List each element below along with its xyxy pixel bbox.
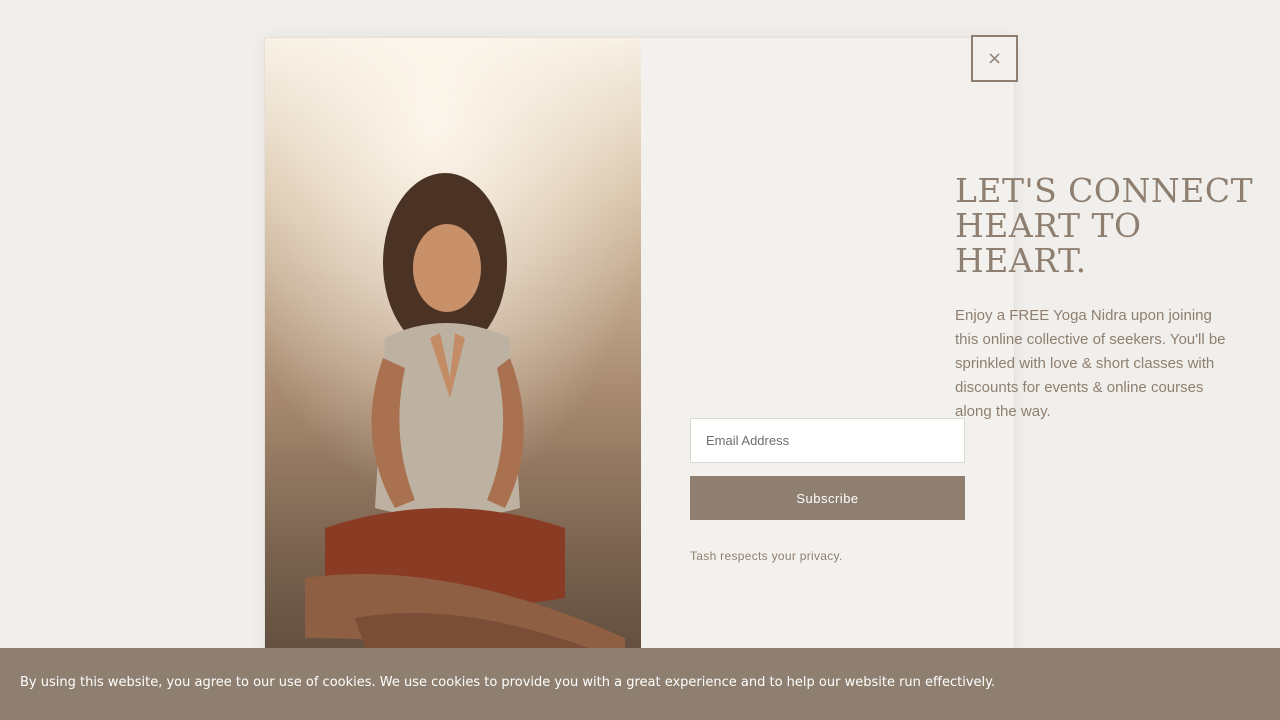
newsletter-popup: Let's connect heart to heart. Enjoy a FR…: [264, 37, 1253, 677]
heading-line: heart to: [955, 206, 1142, 245]
close-button[interactable]: ×: [971, 35, 1018, 82]
cookie-banner-text: By using this website, you agree to our …: [20, 675, 996, 690]
yoga-photo: [265, 38, 641, 676]
subscribe-button[interactable]: Subscribe: [690, 476, 965, 520]
heading-line: Let's connect: [955, 171, 1254, 210]
page: Let's connect heart to heart. Enjoy a FR…: [0, 0, 1280, 720]
privacy-note: Tash respects your privacy.: [690, 549, 843, 563]
popup-content: Let's connect heart to heart. Enjoy a FR…: [955, 171, 1254, 424]
heading-line: heart.: [955, 241, 1087, 280]
popup-heading: Let's connect heart to heart.: [955, 171, 1254, 280]
email-field[interactable]: [690, 418, 965, 463]
yoga-photo-illustration: [265, 38, 641, 676]
close-icon: ×: [986, 48, 1003, 69]
cookie-banner: By using this website, you agree to our …: [0, 648, 1280, 720]
popup-description: Enjoy a FREE Yoga Nidra upon joining thi…: [955, 307, 1226, 420]
